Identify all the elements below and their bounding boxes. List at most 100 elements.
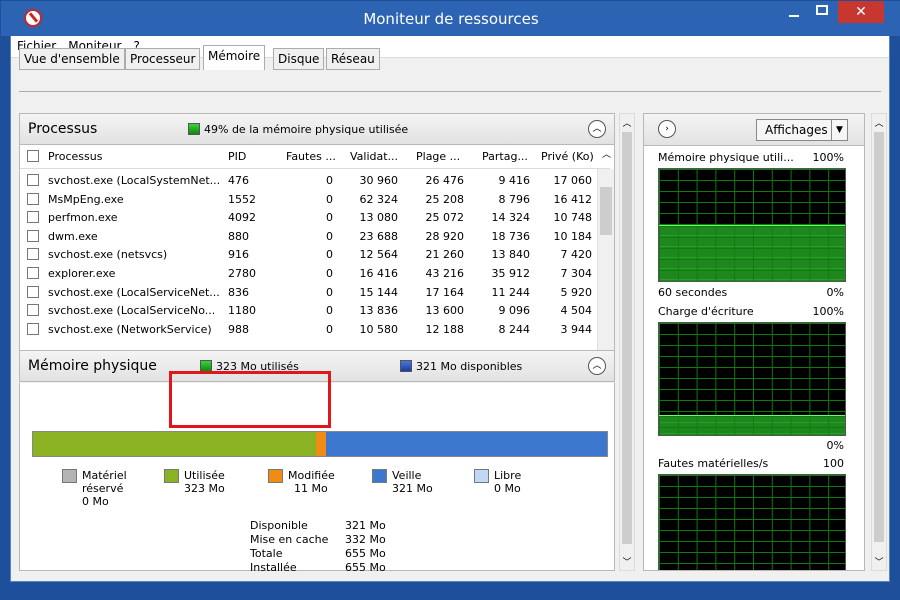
- cell-commit: 10 580: [359, 322, 399, 336]
- collapse-memory-icon[interactable]: ︿: [588, 357, 606, 375]
- row-checkbox[interactable]: [27, 304, 39, 317]
- column-private[interactable]: Privé (Ko): [541, 150, 594, 163]
- standby-swatch: [372, 469, 387, 483]
- legend-free-value: 0 Mo: [494, 482, 521, 495]
- cell-working-set: 25 208: [425, 192, 465, 206]
- processes-scrollbar[interactable]: [597, 169, 614, 350]
- left-pane: Processus 49% de la mémoire physique uti…: [19, 113, 615, 574]
- stat-available-value: 321 Mo: [345, 519, 386, 532]
- column-faults[interactable]: Fautes ...: [286, 150, 336, 163]
- select-all-checkbox[interactable]: [27, 150, 39, 162]
- table-row[interactable]: svchost.exe (LocalServiceNo... 1180 0 13 83…: [20, 301, 596, 319]
- graphs-scrollbar[interactable]: ︿ ﹀: [871, 113, 887, 571]
- free-swatch: [474, 469, 489, 483]
- cell-shareable: 18 736: [491, 229, 531, 243]
- memory-bar-modified: [315, 432, 326, 456]
- processes-scrollbar-thumb[interactable]: [600, 187, 612, 235]
- memory-usage-summary: 49% de la mémoire physique utilisée: [188, 123, 408, 136]
- stat-total-value: 655 Mo: [345, 547, 386, 560]
- cell-commit: 30 960: [359, 174, 399, 187]
- cell-shareable: 9 416: [498, 174, 531, 187]
- table-row[interactable]: MsMpEng.exe 1552 0 62 324 25 208 8 796 16 412: [20, 190, 596, 208]
- cell-working-set: 25 072: [425, 211, 465, 225]
- row-checkbox[interactable]: [27, 174, 39, 186]
- collapse-processes-icon[interactable]: ︿: [588, 120, 606, 138]
- row-checkbox[interactable]: [27, 192, 39, 205]
- cell-private: 10 748: [553, 211, 593, 225]
- title-bar[interactable]: Moniteur de ressources ✕: [1, 1, 900, 36]
- processes-header[interactable]: Processus 49% de la mémoire physique uti…: [19, 113, 615, 145]
- graphs-scroll-up-icon[interactable]: ︿: [872, 116, 886, 129]
- table-row[interactable]: svchost.exe (LocalSystemNet... 476 0 30 960…: [20, 171, 596, 189]
- cell-shareable: 8 244: [498, 322, 531, 336]
- expand-graphs-icon[interactable]: ›: [658, 120, 676, 138]
- column-commit[interactable]: Validat...: [350, 150, 398, 163]
- column-working-set[interactable]: Plage ...: [416, 150, 460, 163]
- table-row[interactable]: svchost.exe (LocalServiceNet... 836 0 15 14…: [20, 283, 596, 301]
- cell-process: svchost.exe (LocalServiceNet...: [48, 285, 220, 299]
- stat-total-label: Totale: [250, 547, 283, 560]
- tab-processor[interactable]: Processeur: [125, 48, 201, 70]
- cell-working-set: 21 260: [425, 248, 465, 262]
- cell-process: svchost.exe (LocalSystemNet...: [48, 174, 221, 187]
- scroll-down-icon[interactable]: ﹀: [620, 555, 634, 568]
- commit-charge-graph: [658, 322, 846, 436]
- memory-usage-summary-text: 49% de la mémoire physique utilisée: [204, 123, 409, 136]
- column-process[interactable]: Processus: [48, 150, 102, 163]
- green-square-icon: [188, 123, 200, 135]
- graphs-header: › Affichages ▼: [644, 114, 864, 146]
- cell-pid: 476: [228, 174, 249, 187]
- table-row[interactable]: dwm.exe 880 0 23 688 28 920 18 736 10 184: [20, 227, 596, 245]
- cell-private: 7 304: [560, 267, 593, 280]
- table-row[interactable]: explorer.exe 2780 0 16 416 43 216 35 912 7 304: [20, 264, 596, 282]
- cell-working-set: 17 164: [425, 285, 465, 299]
- table-row[interactable]: svchost.exe (NetworkService) 988 0 10 580 12…: [20, 320, 596, 338]
- graphs-scroll-down-icon[interactable]: ﹀: [872, 555, 886, 568]
- commit-charge-graph-fill: [659, 414, 845, 435]
- legend-reserved-value: 0 Mo: [82, 495, 109, 508]
- cell-private: 16 412: [553, 192, 593, 206]
- table-row[interactable]: svchost.exe (netsvcs) 916 0 12 564 21 260 13 …: [20, 245, 596, 263]
- row-checkbox[interactable]: [27, 211, 39, 224]
- cell-pid: 1552: [228, 192, 256, 206]
- chevron-down-icon[interactable]: ▼: [831, 120, 847, 140]
- tab-network[interactable]: Réseau: [326, 48, 380, 70]
- stat-cached-value: 332 Mo: [345, 533, 386, 546]
- column-shareable[interactable]: Partag...: [482, 150, 528, 163]
- cell-private: 5 920: [560, 285, 593, 299]
- graph2-max: 100%: [812, 305, 844, 318]
- minimize-button[interactable]: [789, 15, 799, 17]
- maximize-button[interactable]: [816, 5, 828, 15]
- cell-private: 4 504: [560, 304, 593, 318]
- sort-caret-icon[interactable]: ︿: [602, 147, 611, 160]
- table-row[interactable]: perfmon.exe 4092 0 13 080 25 072 14 324 10 748: [20, 208, 596, 226]
- cell-working-set: 13 600: [425, 304, 465, 318]
- row-checkbox[interactable]: [27, 229, 39, 242]
- column-pid[interactable]: PID: [228, 150, 246, 163]
- left-pane-scrollbar[interactable]: ︿ ﹀: [619, 113, 635, 571]
- left-pane-scrollbar-thumb[interactable]: [622, 132, 632, 544]
- row-checkbox[interactable]: [27, 248, 39, 261]
- cell-process: perfmon.exe: [48, 211, 118, 225]
- graphs-scrollbar-thumb[interactable]: [874, 132, 884, 542]
- views-label: Affichages: [765, 123, 828, 137]
- graph2-footer-right: 0%: [826, 439, 844, 452]
- row-checkbox[interactable]: [27, 285, 39, 298]
- legend-used-value: 323 Mo: [184, 482, 225, 495]
- highlight-annotation: [169, 371, 331, 428]
- tab-disk[interactable]: Disque: [273, 48, 325, 70]
- views-dropdown[interactable]: Affichages ▼: [756, 119, 848, 141]
- cell-private: 17 060: [553, 174, 593, 187]
- cell-shareable: 8 796: [498, 192, 531, 206]
- row-checkbox[interactable]: [27, 267, 39, 279]
- scroll-up-icon[interactable]: ︿: [620, 116, 634, 129]
- graph1-title: Mémoire physique utili...: [658, 151, 794, 164]
- row-checkbox[interactable]: [27, 322, 39, 335]
- cell-faults: 0: [326, 192, 333, 206]
- cell-pid: 2780: [228, 267, 256, 280]
- legend-modified-value: 11 Mo: [294, 482, 328, 495]
- tab-memory[interactable]: Mémoire: [203, 45, 266, 70]
- close-button[interactable]: ✕: [838, 1, 884, 23]
- available-memory-label: 321 Mo disponibles: [400, 360, 522, 373]
- tab-overview[interactable]: Vue d'ensemble: [19, 48, 125, 70]
